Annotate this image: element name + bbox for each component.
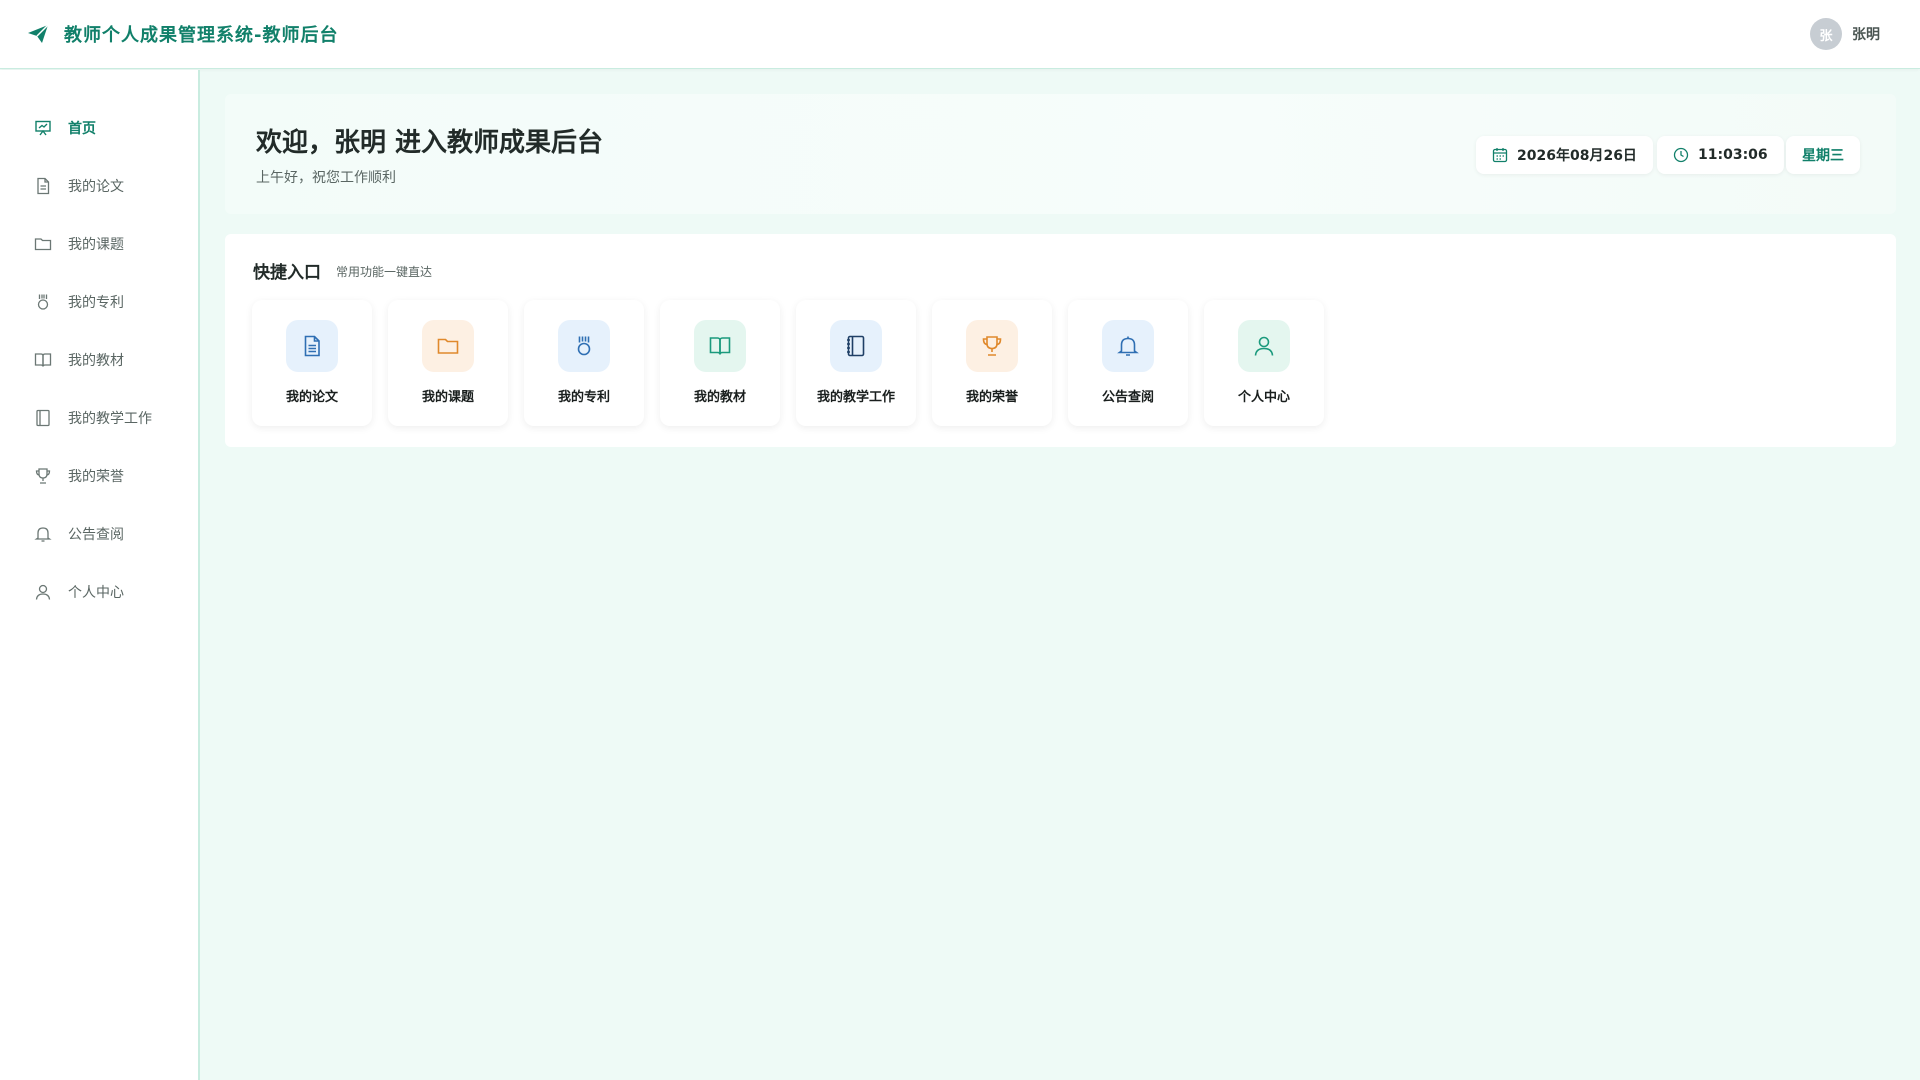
trophy-icon — [966, 320, 1018, 372]
top-header: 教师个人成果管理系统-教师后台 张 张明 — [0, 0, 1920, 69]
paper-plane-icon — [26, 22, 50, 46]
welcome-card: 欢迎，张明 进入教师成果后台 上午好，祝您工作顺利 2026年08月26日 11… — [225, 94, 1896, 214]
notebook-icon — [34, 409, 52, 427]
quick-tile-textbooks[interactable]: 我的教材 — [660, 300, 780, 426]
quick-tile-teaching[interactable]: 我的教学工作 — [796, 300, 916, 426]
trophy-icon — [34, 467, 52, 485]
user-icon — [34, 583, 52, 601]
sidebar-item-patents[interactable]: 我的专利 — [34, 290, 124, 314]
sidebar-item-label: 我的教材 — [68, 353, 124, 369]
quick-access-title: 快捷入口 — [253, 263, 321, 283]
book-open-icon — [694, 320, 746, 372]
notebook-icon — [830, 320, 882, 372]
medal-icon — [34, 293, 52, 311]
sidebar-item-teaching[interactable]: 我的教学工作 — [34, 406, 152, 430]
quick-tile-label: 我的教学工作 — [816, 390, 895, 405]
current-date: 2026年08月26日 — [1517, 148, 1637, 164]
quick-tile-label: 我的课题 — [421, 390, 474, 405]
current-time: 11:03:06 — [1698, 147, 1768, 163]
quick-tile-notices[interactable]: 公告查阅 — [1068, 300, 1188, 426]
sidebar-item-notices[interactable]: 公告查阅 — [34, 522, 124, 546]
sidebar: 首页 我的论文 我的课题 我的专利 我的教材 我的教学工作 我的荣誉 公告查阅 … — [0, 70, 200, 1080]
sidebar-item-label: 我的课题 — [68, 237, 124, 253]
folder-icon — [422, 320, 474, 372]
quick-tile-label: 我的荣誉 — [965, 390, 1018, 405]
bell-icon — [1102, 320, 1154, 372]
sidebar-item-home[interactable]: 首页 — [34, 116, 96, 140]
quick-tile-label: 我的教材 — [693, 390, 746, 405]
welcome-subtitle: 上午好，祝您工作顺利 — [256, 170, 396, 186]
time-pill: 11:03:06 — [1657, 136, 1784, 174]
folder-icon — [34, 235, 52, 253]
quick-tile-label: 公告查阅 — [1101, 390, 1154, 405]
document-icon — [286, 320, 338, 372]
sidebar-item-label: 我的荣誉 — [68, 469, 124, 485]
user-name[interactable]: 张明 — [1852, 24, 1880, 44]
sidebar-item-label: 我的论文 — [68, 179, 124, 195]
sidebar-item-projects[interactable]: 我的课题 — [34, 232, 124, 256]
sidebar-item-label: 我的教学工作 — [68, 411, 152, 427]
sidebar-item-label: 首页 — [68, 121, 96, 137]
quick-tile-label: 我的论文 — [285, 390, 338, 405]
date-pill: 2026年08月26日 — [1476, 136, 1653, 174]
weekday-pill: 星期三 — [1786, 136, 1860, 174]
quick-access-subtitle: 常用功能一键直达 — [336, 265, 433, 279]
avatar[interactable]: 张 — [1810, 18, 1842, 50]
document-icon — [34, 177, 52, 195]
sidebar-item-label: 个人中心 — [68, 585, 124, 601]
sidebar-item-profile[interactable]: 个人中心 — [34, 580, 124, 604]
book-open-icon — [34, 351, 52, 369]
calendar-icon — [1492, 147, 1508, 163]
quick-tile-profile[interactable]: 个人中心 — [1204, 300, 1324, 426]
current-weekday: 星期三 — [1802, 148, 1844, 164]
medal-icon — [558, 320, 610, 372]
quick-tile-label: 个人中心 — [1237, 390, 1290, 405]
quick-tile-patents[interactable]: 我的专利 — [524, 300, 644, 426]
app-title: 教师个人成果管理系统-教师后台 — [64, 25, 339, 46]
presentation-icon — [34, 119, 52, 137]
brand: 教师个人成果管理系统-教师后台 — [26, 21, 338, 47]
quick-tile-honors[interactable]: 我的荣誉 — [932, 300, 1052, 426]
user-icon — [1238, 320, 1290, 372]
quick-tile-label: 我的专利 — [557, 390, 610, 405]
user-menu[interactable]: 张 张明 — [1810, 18, 1880, 50]
quick-access-panel: 快捷入口 常用功能一键直达 我的论文 我的课题 我的专利 我的教材 我的教学工作… — [225, 234, 1896, 447]
quick-tile-projects[interactable]: 我的课题 — [388, 300, 508, 426]
bell-icon — [34, 525, 52, 543]
sidebar-item-label: 我的专利 — [68, 295, 124, 311]
clock-icon — [1673, 147, 1689, 163]
welcome-title: 欢迎，张明 进入教师成果后台 — [256, 128, 604, 158]
quick-tile-papers[interactable]: 我的论文 — [252, 300, 372, 426]
sidebar-item-textbooks[interactable]: 我的教材 — [34, 348, 124, 372]
sidebar-item-label: 公告查阅 — [68, 527, 124, 543]
sidebar-item-honors[interactable]: 我的荣誉 — [34, 464, 124, 488]
sidebar-item-papers[interactable]: 我的论文 — [34, 174, 124, 198]
